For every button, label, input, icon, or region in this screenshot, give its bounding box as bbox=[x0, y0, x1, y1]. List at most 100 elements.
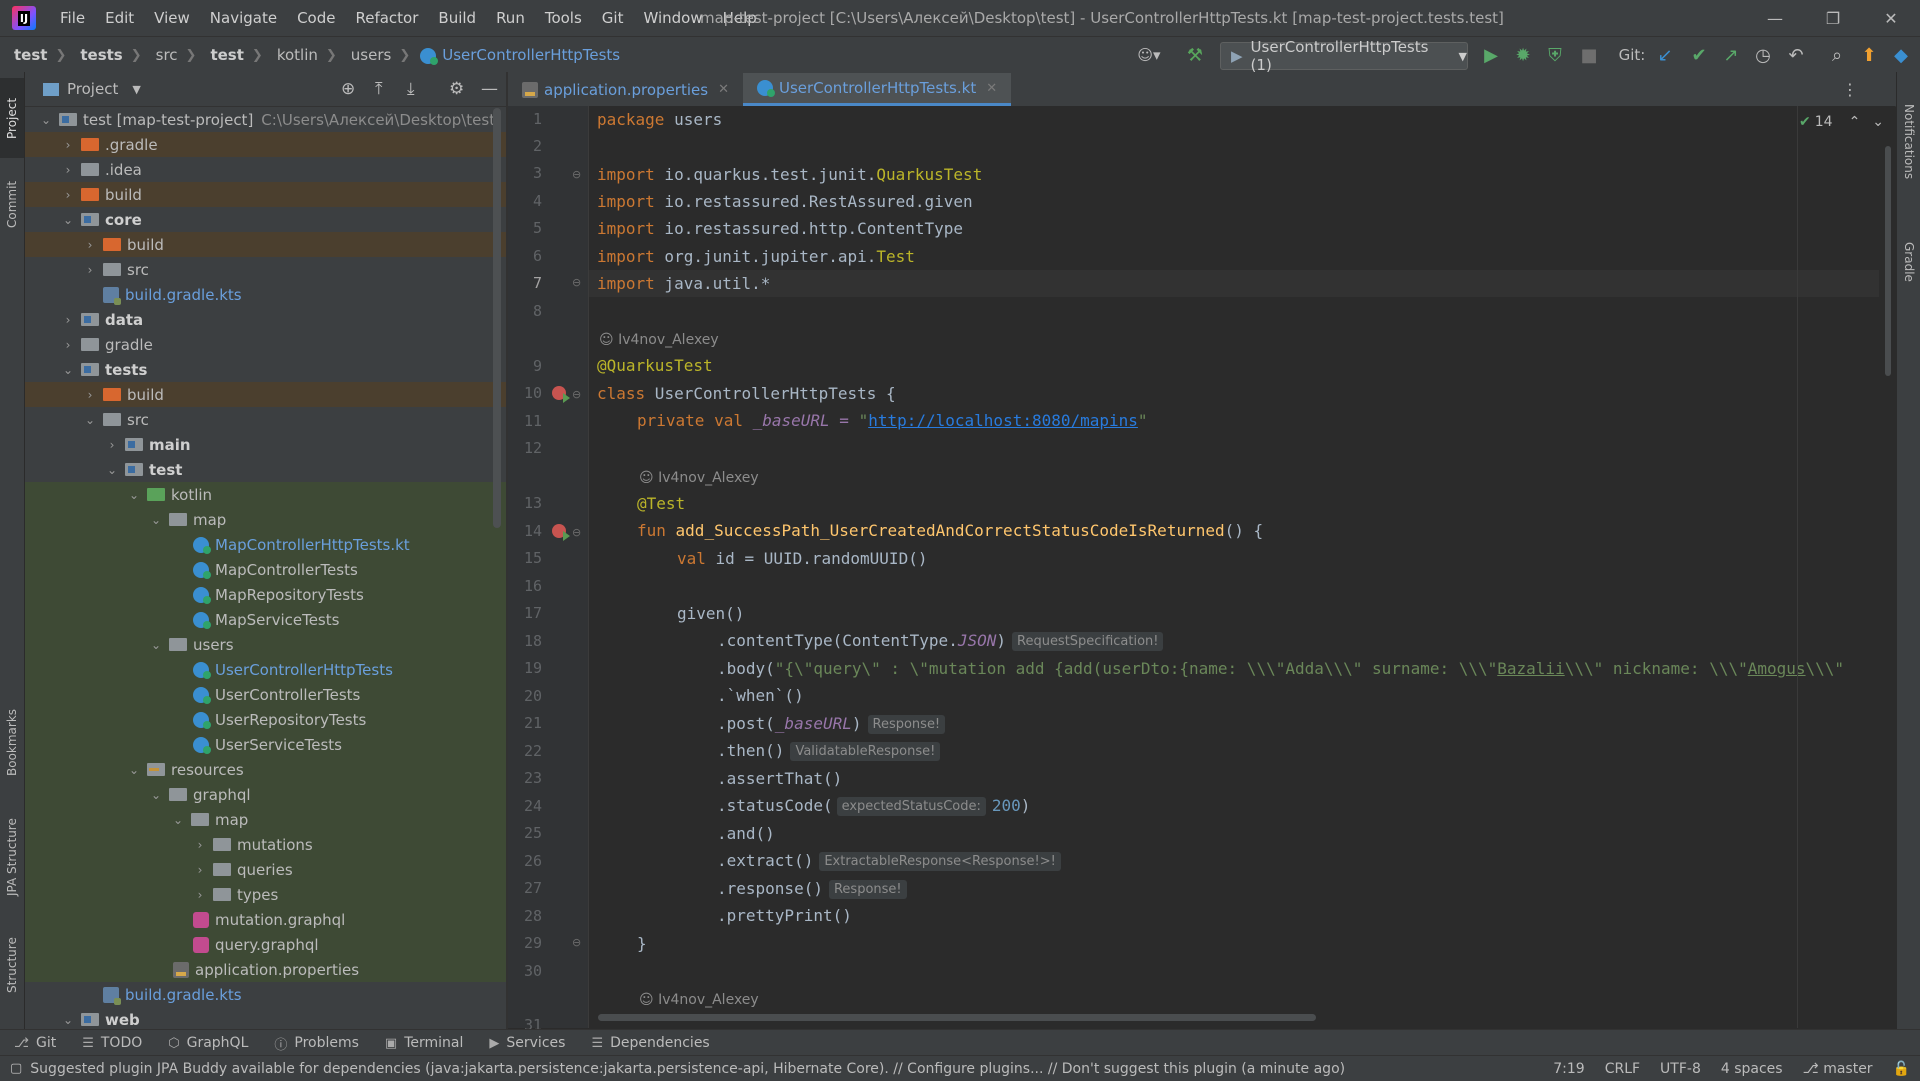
tool-graphql[interactable]: ⬡ GraphQL bbox=[154, 1035, 260, 1051]
breadcrumb-users[interactable]: users bbox=[337, 46, 392, 64]
search-icon[interactable]: ⌕ bbox=[1826, 44, 1848, 66]
notifications-tool-tab[interactable]: Notifications bbox=[1897, 82, 1920, 202]
tree-item-gradle[interactable]: › gradle bbox=[25, 332, 506, 357]
tree-item-core-build-gradle[interactable]: build.gradle.kts bbox=[25, 282, 506, 307]
restore-button[interactable]: ❐ bbox=[1804, 0, 1862, 36]
horizontal-scrollbar[interactable] bbox=[598, 1014, 1316, 1021]
chevron-down-icon[interactable]: ▼ bbox=[132, 83, 140, 96]
tree-item-tests-build-gradle[interactable]: build.gradle.kts bbox=[25, 982, 506, 1007]
tree-item-query-graphql[interactable]: query.graphql bbox=[25, 932, 506, 957]
gradle-tool-tab[interactable]: Gradle bbox=[1897, 212, 1920, 312]
fold-icon[interactable]: ⊖ bbox=[572, 526, 581, 539]
menu-build[interactable]: Build bbox=[428, 9, 486, 27]
code-author-hint[interactable]: ☺ Iv4nov_Alexey bbox=[639, 992, 759, 1008]
tree-item-mutations[interactable]: › mutations bbox=[25, 832, 506, 857]
tree-item-usercontrollerhttptests[interactable]: UserControllerHttpTests bbox=[25, 657, 506, 682]
tree-item-usercontrollertests[interactable]: UserControllerTests bbox=[25, 682, 506, 707]
menu-run[interactable]: Run bbox=[486, 9, 535, 27]
coverage-icon[interactable]: ⛨ bbox=[1544, 44, 1566, 66]
lock-icon[interactable]: 🔓 bbox=[1883, 1061, 1920, 1077]
tab-usercontrollerhttptests[interactable]: UserControllerHttpTests.kt ✕ bbox=[742, 73, 1012, 106]
tree-item-application-properties[interactable]: application.properties bbox=[25, 957, 506, 982]
chevron-up-icon[interactable]: ⌃ bbox=[1849, 114, 1861, 130]
build-hammer-icon[interactable]: ⚒ bbox=[1184, 44, 1206, 66]
tree-item-mutation-graphql[interactable]: mutation.graphql bbox=[25, 907, 506, 932]
tree-item-data[interactable]: › data bbox=[25, 307, 506, 332]
indent-setting[interactable]: 4 spaces bbox=[1711, 1061, 1793, 1077]
tree-root[interactable]: ⌄ test [map-test-project] C:\Users\Алекс… bbox=[25, 107, 506, 132]
tree-item-core[interactable]: ⌄ core bbox=[25, 207, 506, 232]
project-tool-tab[interactable]: Project bbox=[0, 78, 24, 158]
tree-item-queries[interactable]: › queries bbox=[25, 857, 506, 882]
code-author-hint[interactable]: ☺ Iv4nov_Alexey bbox=[599, 332, 719, 348]
status-toggle-icon[interactable]: ▢ bbox=[10, 1061, 22, 1076]
tree-item-mapcontrollerhttptests[interactable]: MapControllerHttpTests.kt bbox=[25, 532, 506, 557]
tree-item-map[interactable]: ⌄ map bbox=[25, 507, 506, 532]
tree-item-core-src[interactable]: › src bbox=[25, 257, 506, 282]
tree-item-users[interactable]: ⌄ users bbox=[25, 632, 506, 657]
git-push-icon[interactable]: ↗ bbox=[1720, 44, 1742, 66]
fold-icon[interactable]: ⊖ bbox=[572, 936, 581, 949]
breadcrumb-kotlin[interactable]: kotlin bbox=[263, 46, 318, 64]
menu-edit[interactable]: Edit bbox=[95, 9, 144, 27]
history-icon[interactable]: ◷ bbox=[1752, 44, 1774, 66]
run-icon[interactable]: ▶ bbox=[1480, 44, 1502, 66]
tree-item-mapservicetests[interactable]: MapServiceTests bbox=[25, 607, 506, 632]
gear-icon[interactable]: ⚙ bbox=[449, 79, 464, 99]
fold-icon[interactable]: ⊖ bbox=[572, 388, 581, 401]
fold-icon[interactable]: ⊖ bbox=[572, 168, 581, 181]
tool-todo[interactable]: ☰ TODO bbox=[68, 1035, 154, 1051]
close-tab-icon[interactable]: ✕ bbox=[718, 82, 729, 97]
tree-item-userservicetests[interactable]: UserServiceTests bbox=[25, 732, 506, 757]
code-editor[interactable]: package users import io.quarkus.test.jun… bbox=[589, 106, 1895, 1028]
tree-item-kotlin[interactable]: ⌄ kotlin bbox=[25, 482, 506, 507]
tree-item-build[interactable]: › build bbox=[25, 182, 506, 207]
tree-item-userrepositorytests[interactable]: UserRepositoryTests bbox=[25, 707, 506, 732]
git-branch-widget[interactable]: ⎇ master bbox=[1793, 1061, 1883, 1077]
run-test-class-icon[interactable] bbox=[552, 386, 570, 403]
ide-update-icon[interactable]: ⬆ bbox=[1858, 44, 1880, 66]
tree-item-mapcontrollertests[interactable]: MapControllerTests bbox=[25, 557, 506, 582]
caret-position[interactable]: 7:19 bbox=[1543, 1061, 1594, 1077]
tool-git[interactable]: ⎇ Git bbox=[0, 1035, 68, 1051]
tree-item-test[interactable]: ⌄ test bbox=[25, 457, 506, 482]
run-test-method-icon[interactable] bbox=[552, 524, 570, 541]
close-tab-icon[interactable]: ✕ bbox=[986, 81, 997, 96]
tree-item-idea[interactable]: › .idea bbox=[25, 157, 506, 182]
run-configuration-select[interactable]: ▶ UserControllerHttpTests (1) ▼ bbox=[1220, 38, 1468, 74]
debug-icon[interactable]: ✹ bbox=[1512, 44, 1534, 66]
user-switch-icon[interactable]: ☺▾ bbox=[1134, 44, 1164, 66]
jpa-structure-tool-tab[interactable]: JPA Structure bbox=[0, 802, 24, 912]
tool-dependencies[interactable]: ☰ Dependencies bbox=[577, 1035, 721, 1051]
tree-item-maprepositorytests[interactable]: MapRepositoryTests bbox=[25, 582, 506, 607]
tree-item-core-build[interactable]: › build bbox=[25, 232, 506, 257]
tree-item-gradle-dir[interactable]: › .gradle bbox=[25, 132, 506, 157]
tree-item-tests[interactable]: ⌄ tests bbox=[25, 357, 506, 382]
breadcrumb-project[interactable]: test bbox=[0, 46, 47, 64]
project-scrollbar[interactable] bbox=[493, 108, 501, 528]
bookmarks-tool-tab[interactable]: Bookmarks bbox=[0, 692, 24, 792]
breadcrumb-test[interactable]: test bbox=[196, 46, 243, 64]
tree-item-tests-build[interactable]: › build bbox=[25, 382, 506, 407]
structure-tool-tab[interactable]: Structure bbox=[0, 920, 24, 1010]
code-author-hint[interactable]: ☺ Iv4nov_Alexey bbox=[639, 470, 759, 486]
git-update-icon[interactable]: ↙ bbox=[1654, 44, 1676, 66]
menu-tools[interactable]: Tools bbox=[535, 9, 592, 27]
breadcrumb-class[interactable]: UserControllerHttpTests bbox=[436, 46, 620, 64]
menu-refactor[interactable]: Refactor bbox=[345, 9, 428, 27]
tool-terminal[interactable]: ▣ Terminal bbox=[371, 1035, 475, 1051]
line-separator[interactable]: CRLF bbox=[1595, 1061, 1650, 1077]
editor-gutter[interactable]: 1 2 3 4 5 6 7 8 9 10 11 12 13 14 15 16 1… bbox=[508, 106, 589, 1034]
status-message[interactable]: Suggested plugin JPA Buddy available for… bbox=[30, 1061, 1345, 1077]
inspection-widget[interactable]: ✔ 14 ⌃ ⌄ bbox=[1799, 114, 1884, 130]
project-panel-title[interactable]: Project bbox=[67, 80, 118, 98]
menu-file[interactable]: File bbox=[50, 9, 95, 27]
intellij-logo-icon[interactable]: IJ bbox=[12, 6, 36, 30]
rollback-icon[interactable]: ↶ bbox=[1785, 44, 1807, 66]
git-commit-icon[interactable]: ✔ bbox=[1688, 44, 1710, 66]
tree-item-main[interactable]: › main bbox=[25, 432, 506, 457]
hide-panel-icon[interactable]: — bbox=[481, 79, 498, 99]
breadcrumb-src[interactable]: src bbox=[142, 46, 178, 64]
minimize-button[interactable]: — bbox=[1746, 0, 1804, 36]
expand-all-icon[interactable]: ⤒ bbox=[375, 79, 383, 99]
